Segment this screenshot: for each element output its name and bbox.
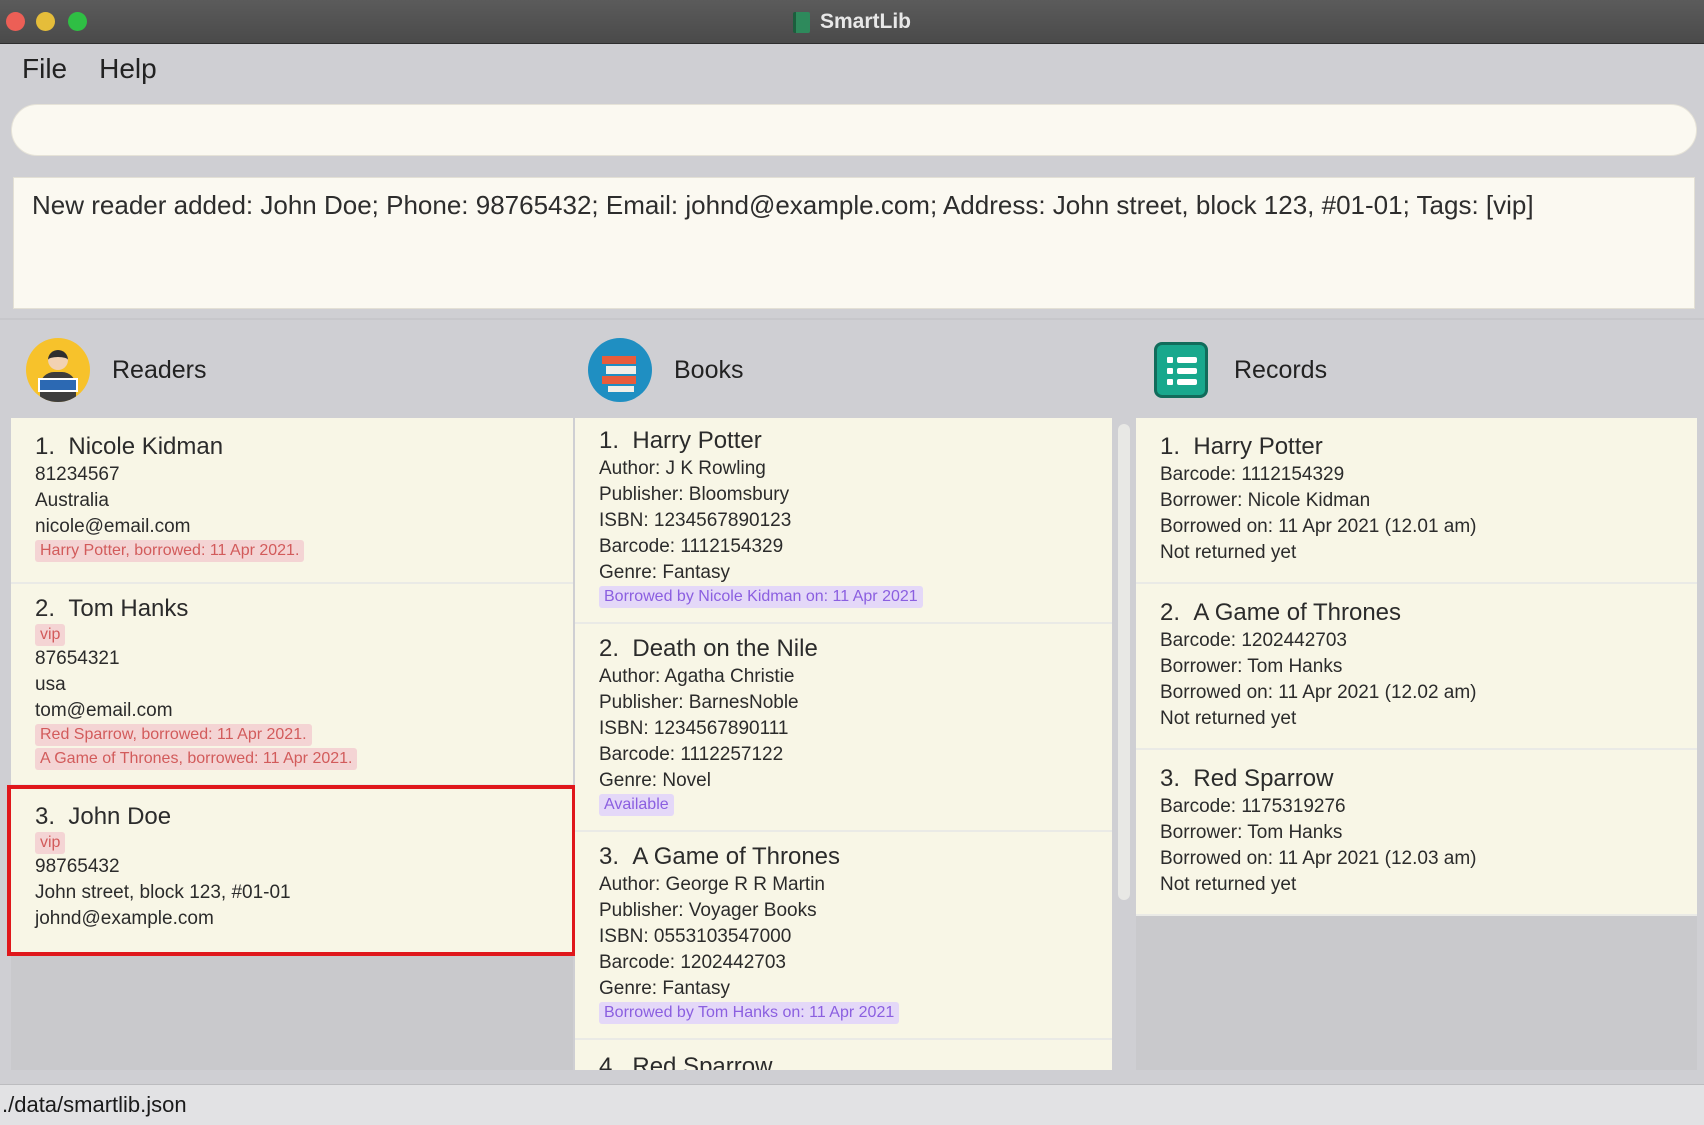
book-barcode: Barcode: 1202442703 bbox=[599, 952, 786, 973]
books-scrollbar[interactable] bbox=[1118, 424, 1130, 900]
menu-file[interactable]: File bbox=[22, 53, 67, 85]
record-borrower: Borrower: Tom Hanks bbox=[1160, 656, 1343, 677]
reader-card[interactable]: 1. Nicole Kidman 81234567 Australia nico… bbox=[11, 418, 573, 584]
book-name: 1. Harry Potter bbox=[599, 427, 762, 454]
books-list[interactable]: 1. Harry Potter Author: J K Rowling Publ… bbox=[575, 418, 1112, 1070]
book-isbn: ISBN: 1234567890111 bbox=[599, 718, 789, 739]
record-return-status: Not returned yet bbox=[1160, 708, 1297, 729]
reader-address: Australia bbox=[35, 490, 109, 511]
book-card[interactable]: 2. Death on the Nile Author: Agatha Chri… bbox=[575, 624, 1112, 832]
readers-list[interactable]: 1. Nicole Kidman 81234567 Australia nico… bbox=[11, 418, 573, 1070]
book-status-badge: Borrowed by Tom Hanks on: 11 Apr 2021 bbox=[599, 1002, 900, 1024]
record-borrowed-on: Borrowed on: 11 Apr 2021 (12.01 am) bbox=[1160, 516, 1477, 537]
book-status-badge: Borrowed by Nicole Kidman on: 11 Apr 202… bbox=[599, 586, 923, 608]
title-bar: SmartLib bbox=[0, 0, 1704, 44]
menu-help[interactable]: Help bbox=[99, 53, 157, 85]
record-borrowed-on: Borrowed on: 11 Apr 2021 (12.03 am) bbox=[1160, 848, 1477, 869]
book-publisher: Publisher: Bloomsbury bbox=[599, 484, 790, 505]
reader-email: nicole@email.com bbox=[35, 516, 191, 537]
status-bar: ./data/smartlib.json bbox=[0, 1084, 1704, 1125]
record-book-name: 1. Harry Potter bbox=[1160, 433, 1323, 460]
book-isbn: ISBN: 0553103547000 bbox=[599, 926, 792, 947]
record-card[interactable]: 1. Harry Potter Barcode: 1112154329 Borr… bbox=[1136, 418, 1697, 584]
reader-phone: 81234567 bbox=[35, 464, 120, 485]
readers-header: Readers bbox=[26, 336, 207, 404]
book-publisher: Publisher: Voyager Books bbox=[599, 900, 817, 921]
book-genre: Genre: Novel bbox=[599, 770, 711, 791]
reader-name: 3. John Doe bbox=[35, 803, 172, 830]
book-card[interactable]: 1. Harry Potter Author: J K Rowling Publ… bbox=[575, 418, 1112, 624]
book-publisher: Publisher: BarnesNoble bbox=[599, 692, 799, 713]
book-author: Author: George R R Martin bbox=[599, 874, 825, 895]
record-borrowed-on: Borrowed on: 11 Apr 2021 (12.02 am) bbox=[1160, 682, 1477, 703]
reader-icon bbox=[26, 338, 90, 402]
window-title-group: SmartLib bbox=[0, 0, 1704, 44]
record-borrower: Borrower: Tom Hanks bbox=[1160, 822, 1343, 843]
reader-card[interactable]: 2. Tom Hanks vip 87654321 usa tom@email.… bbox=[11, 584, 573, 786]
book-genre: Genre: Fantasy bbox=[599, 562, 730, 583]
reader-address: John street, block 123, #01-01 bbox=[35, 882, 291, 903]
reader-phone: 87654321 bbox=[35, 648, 120, 669]
reader-card-selected[interactable]: 3. John Doe vip 98765432 John street, bl… bbox=[11, 786, 573, 956]
borrowed-book-badge: Red Sparrow, borrowed: 11 Apr 2021. bbox=[35, 724, 312, 746]
book-barcode: Barcode: 1112257122 bbox=[599, 744, 784, 765]
record-borrower: Borrower: Nicole Kidman bbox=[1160, 490, 1371, 511]
result-display: New reader added: John Doe; Phone: 98765… bbox=[13, 177, 1695, 309]
vip-tag: vip bbox=[35, 624, 66, 646]
books-header: Books bbox=[588, 336, 743, 404]
book-author: Author: Agatha Christie bbox=[599, 666, 795, 687]
records-header: Records bbox=[1154, 336, 1327, 404]
reader-address: usa bbox=[35, 674, 66, 695]
section-divider bbox=[0, 318, 1704, 320]
records-title: Records bbox=[1234, 355, 1328, 384]
data-file-path: ./data/smartlib.json bbox=[2, 1092, 187, 1117]
book-status-badge: Available bbox=[599, 794, 674, 816]
record-return-status: Not returned yet bbox=[1160, 874, 1297, 895]
reader-email: johnd@example.com bbox=[35, 908, 214, 929]
borrowed-book-badge: Harry Potter, borrowed: 11 Apr 2021. bbox=[35, 540, 305, 562]
books-stack-icon bbox=[588, 338, 652, 402]
record-barcode: Barcode: 1112154329 bbox=[1160, 464, 1345, 485]
result-text: New reader added: John Doe; Phone: 98765… bbox=[32, 190, 1534, 220]
book-isbn: ISBN: 1234567890123 bbox=[599, 510, 792, 531]
reader-name: 2. Tom Hanks bbox=[35, 595, 189, 622]
record-card[interactable]: 2. A Game of Thrones Barcode: 1202442703… bbox=[1136, 584, 1697, 750]
list-icon bbox=[1154, 342, 1208, 398]
book-barcode: Barcode: 1112154329 bbox=[599, 536, 784, 557]
menu-bar: File Help bbox=[0, 44, 1704, 94]
readers-title: Readers bbox=[112, 355, 207, 384]
record-return-status: Not returned yet bbox=[1160, 542, 1297, 563]
borrowed-book-badge: A Game of Thrones, borrowed: 11 Apr 2021… bbox=[35, 748, 358, 770]
book-name: 3. A Game of Thrones bbox=[599, 843, 841, 870]
window-title: SmartLib bbox=[819, 10, 911, 33]
book-author: Author: J K Rowling bbox=[599, 458, 766, 479]
record-book-name: 2. A Game of Thrones bbox=[1160, 599, 1402, 626]
book-name: 2. Death on the Nile bbox=[599, 635, 818, 662]
books-title: Books bbox=[674, 355, 744, 384]
record-card[interactable]: 3. Red Sparrow Barcode: 1175319276 Borro… bbox=[1136, 750, 1697, 916]
book-name: 4. Red Sparrow bbox=[599, 1053, 773, 1070]
app-book-icon bbox=[792, 11, 810, 33]
book-card[interactable]: 3. A Game of Thrones Author: George R R … bbox=[575, 832, 1112, 1040]
record-barcode: Barcode: 1202442703 bbox=[1160, 630, 1347, 651]
records-list[interactable]: 1. Harry Potter Barcode: 1112154329 Borr… bbox=[1136, 418, 1697, 1070]
vip-tag: vip bbox=[35, 832, 66, 854]
reader-name: 1. Nicole Kidman bbox=[35, 433, 224, 460]
record-barcode: Barcode: 1175319276 bbox=[1160, 796, 1346, 817]
record-book-name: 3. Red Sparrow bbox=[1160, 765, 1334, 792]
book-card[interactable]: 4. Red Sparrow bbox=[575, 1040, 1112, 1070]
command-input[interactable] bbox=[11, 104, 1697, 156]
reader-email: tom@email.com bbox=[35, 700, 173, 721]
reader-phone: 98765432 bbox=[35, 856, 120, 877]
book-genre: Genre: Fantasy bbox=[599, 978, 730, 999]
